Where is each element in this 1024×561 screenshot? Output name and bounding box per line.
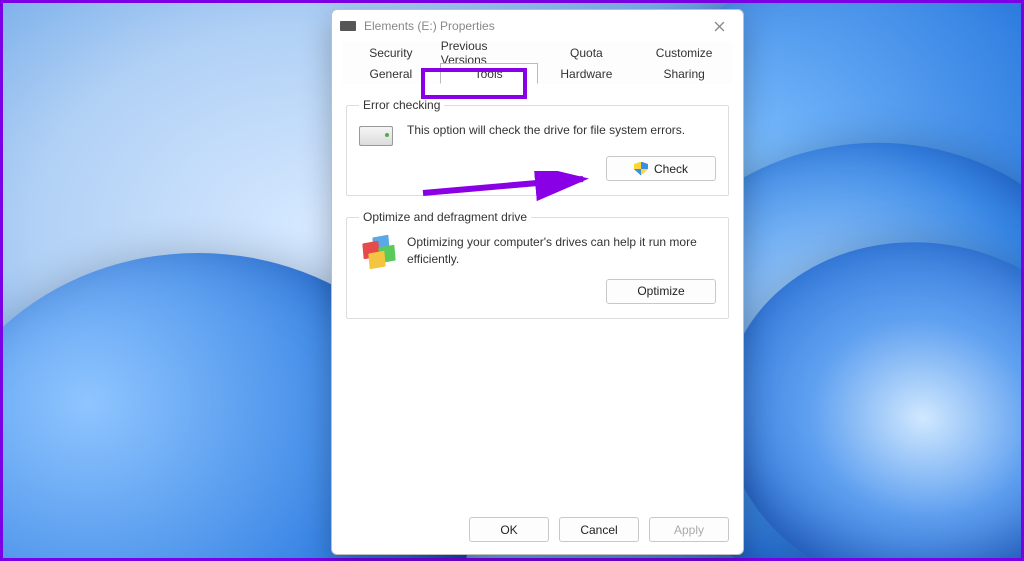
close-icon	[714, 21, 725, 32]
defrag-icon	[359, 236, 393, 266]
optimize-button[interactable]: Optimize	[606, 279, 716, 304]
tab-general[interactable]: General	[342, 63, 440, 84]
tab-content-tools: Error checking This option will check th…	[332, 84, 743, 507]
error-checking-group: Error checking This option will check th…	[346, 98, 729, 196]
cancel-button[interactable]: Cancel	[559, 517, 639, 542]
tab-quota[interactable]: Quota	[538, 42, 636, 63]
drive-icon	[359, 126, 393, 146]
apply-button[interactable]: Apply	[649, 517, 729, 542]
dialog-footer: OK Cancel Apply	[332, 507, 743, 554]
optimize-group: Optimize and defragment drive Optimizing…	[346, 210, 729, 319]
window-title: Elements (E:) Properties	[364, 19, 703, 33]
error-checking-legend: Error checking	[359, 98, 444, 112]
titlebar[interactable]: Elements (E:) Properties	[332, 10, 743, 42]
optimize-desc: Optimizing your computer's drives can he…	[407, 234, 716, 269]
check-button[interactable]: Check	[606, 156, 716, 181]
tab-row-1: Security Previous Versions Quota Customi…	[342, 42, 733, 63]
properties-dialog: Elements (E:) Properties Security Previo…	[331, 9, 744, 555]
tab-security[interactable]: Security	[342, 42, 440, 63]
uac-shield-icon	[634, 162, 648, 176]
optimize-button-label: Optimize	[637, 284, 684, 298]
tab-sharing[interactable]: Sharing	[635, 63, 733, 84]
tab-previous-versions[interactable]: Previous Versions	[440, 42, 538, 63]
error-checking-desc: This option will check the drive for fil…	[407, 122, 685, 139]
ok-button[interactable]: OK	[469, 517, 549, 542]
drive-title-icon	[340, 21, 356, 31]
tab-tools[interactable]: Tools	[440, 63, 538, 84]
tab-customize[interactable]: Customize	[635, 42, 733, 63]
check-button-label: Check	[654, 162, 688, 176]
optimize-legend: Optimize and defragment drive	[359, 210, 531, 224]
tab-hardware[interactable]: Hardware	[538, 63, 636, 84]
close-button[interactable]	[703, 10, 735, 42]
tab-row-2: General Tools Hardware Sharing	[342, 63, 733, 84]
